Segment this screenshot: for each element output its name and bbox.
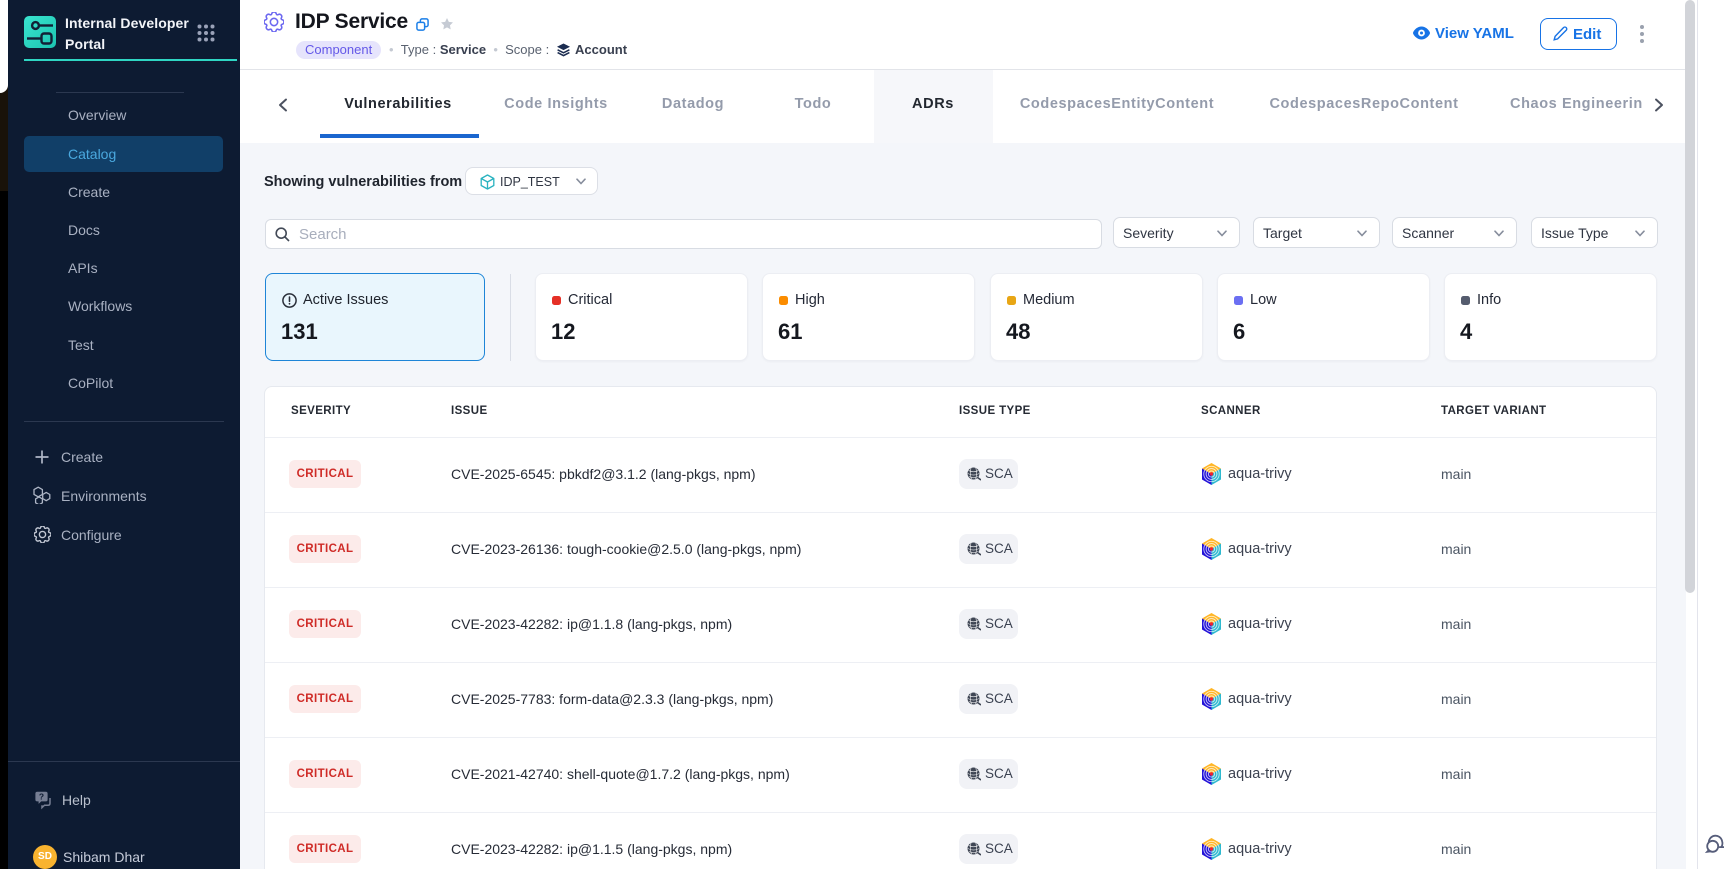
svg-text:?: ?: [39, 792, 44, 802]
